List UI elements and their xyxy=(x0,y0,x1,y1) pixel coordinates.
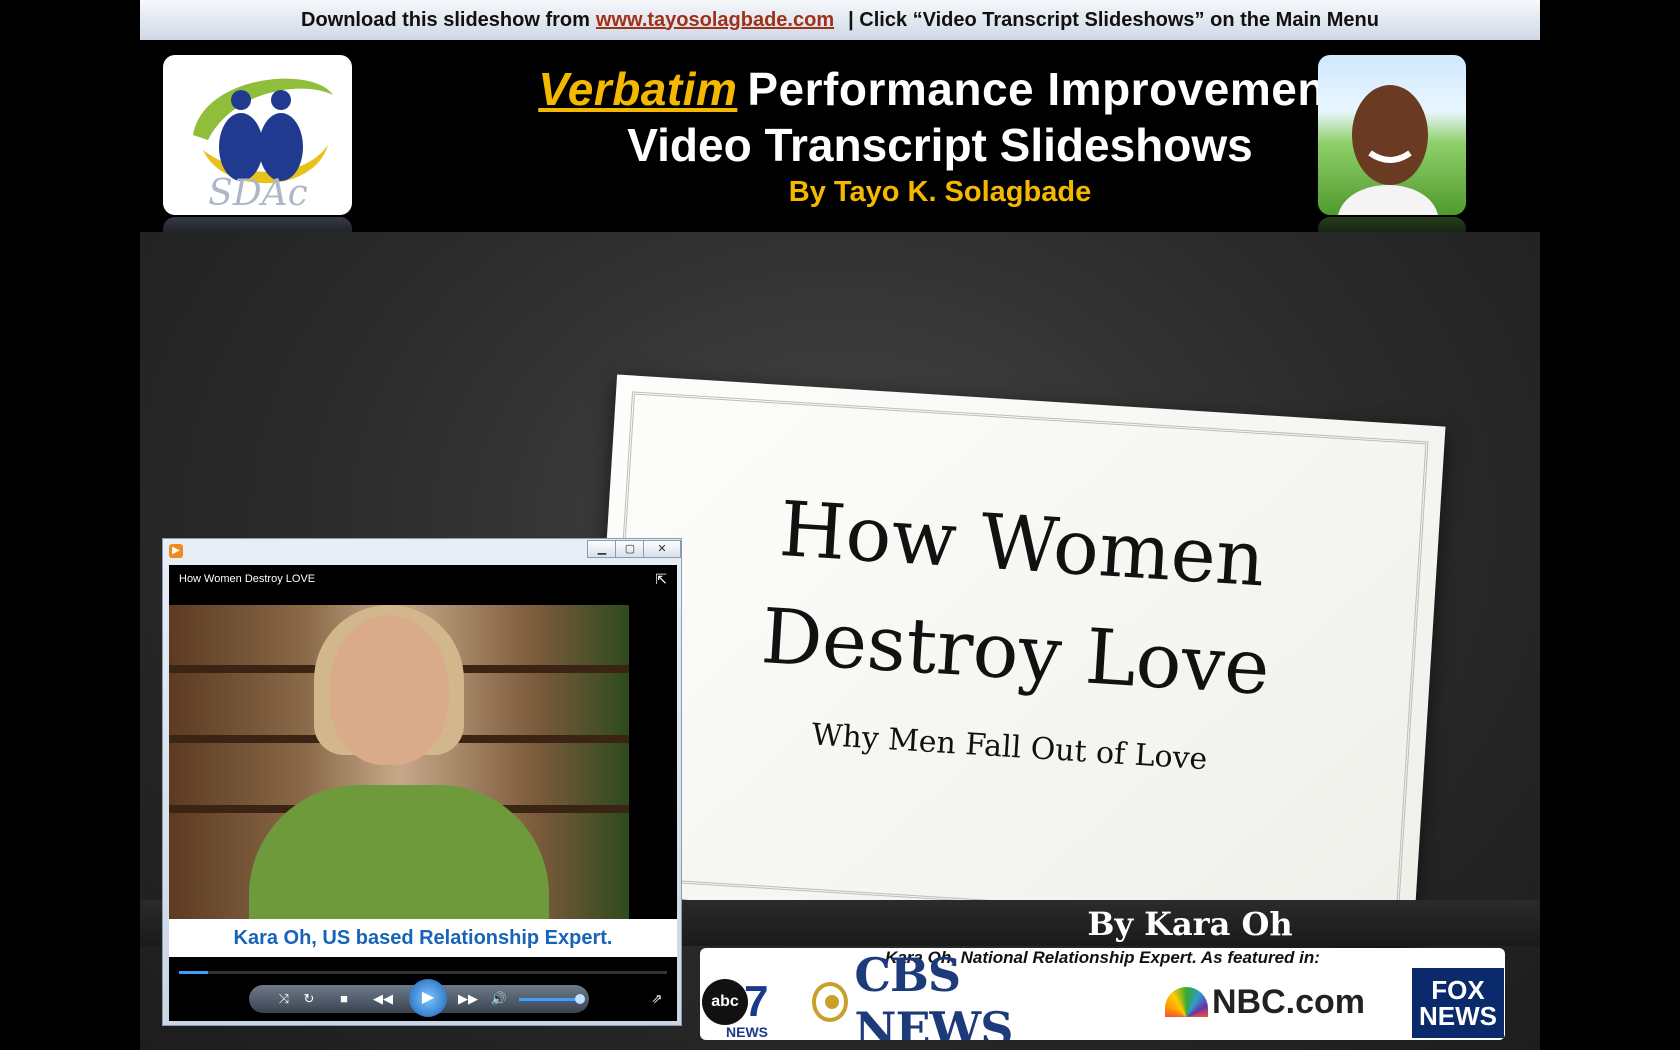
cbs-news-text: CBS NEWS xyxy=(854,948,1013,1040)
abc-news-label: NEWS xyxy=(726,1024,768,1040)
switch-to-library-icon[interactable]: ⇗ xyxy=(647,987,667,1011)
sdac-logo-graphic: SDAc xyxy=(193,78,333,214)
speaker-face xyxy=(329,615,449,765)
video-title: How Women Destroy LOVE xyxy=(179,573,316,585)
author-photo xyxy=(1318,55,1466,215)
seek-bar[interactable] xyxy=(179,971,667,974)
play-button[interactable]: ▶ xyxy=(409,979,447,1017)
banner-prefix: Download this slideshow from xyxy=(301,8,590,31)
download-banner: Download this slideshow from www.tayosol… xyxy=(140,0,1540,40)
media-player-window[interactable]: ▶ ▁ ▢ ✕ How Women Destroy LOVE ⇱ Kara Oh… xyxy=(162,538,682,1026)
volume-knob[interactable] xyxy=(575,994,585,1004)
nbc-logo: NBC.com xyxy=(1165,970,1365,1034)
video-caption: Kara Oh, US based Relationship Expert. xyxy=(169,919,677,957)
logo-text: SDAc xyxy=(208,173,308,214)
fox-line1: FOX xyxy=(1431,975,1485,1005)
seek-progress xyxy=(179,971,209,974)
site-link[interactable]: www.tayosolagbade.com xyxy=(596,9,834,32)
nbc-text: NBC.com xyxy=(1211,982,1365,1021)
video-frame[interactable] xyxy=(169,605,629,919)
sdac-logo: SDAc xyxy=(163,55,352,215)
stop-icon[interactable]: ■ xyxy=(334,987,354,1011)
cbs-news-logo: CBS NEWS xyxy=(812,948,1102,1040)
media-player-app-icon[interactable]: ▶ xyxy=(169,544,183,558)
main-title: Verbatim Performance Improvement xyxy=(440,62,1440,116)
previous-icon[interactable]: ◀◀ xyxy=(369,987,397,1011)
volume-slider[interactable] xyxy=(519,998,579,1001)
fox-news-logo: FOX NEWS xyxy=(1412,968,1504,1038)
title-rest: Performance Improvement xyxy=(747,63,1342,115)
close-button[interactable]: ✕ xyxy=(643,540,681,558)
media-caption: Kara Oh, National Relationship Expert. A… xyxy=(885,948,1320,967)
abc-seven: 7 xyxy=(744,977,769,1026)
video-area[interactable]: How Women Destroy LOVE ⇱ xyxy=(169,565,677,919)
header: SDAc Verbatim Performance Improvement Vid… xyxy=(140,40,1540,257)
cbs-eye-icon xyxy=(812,982,849,1022)
fox-line2: NEWS xyxy=(1419,1001,1497,1031)
next-icon[interactable]: ▶▶ xyxy=(454,987,482,1011)
repeat-icon[interactable]: ↻ xyxy=(299,987,319,1011)
switch-to-compact-icon[interactable]: ⇱ xyxy=(655,571,667,588)
slide: Download this slideshow from www.tayosol… xyxy=(140,0,1540,1050)
nbc-peacock-icon xyxy=(1165,987,1208,1017)
title-verbatim: Verbatim xyxy=(538,63,738,115)
main-title-line2: Video Transcript Slideshows xyxy=(627,119,1253,171)
abc-disc: abc xyxy=(702,979,748,1025)
player-controls: ⤨ ↻ ■ ◀◀ ▶ ▶▶ 🔊 ⇗ xyxy=(169,957,677,1021)
volume-icon[interactable]: 🔊 xyxy=(489,987,509,1011)
shuffle-icon[interactable]: ⤨ xyxy=(274,987,294,1011)
author-name: By Kara Oh xyxy=(1087,905,1293,943)
media-logos: Kara Oh, National Relationship Expert. A… xyxy=(700,948,1505,1040)
minimize-button[interactable]: ▁ xyxy=(587,540,617,558)
banner-suffix: | Click “Video Transcript Slideshows” on… xyxy=(848,8,1379,31)
header-byline: By Tayo K. Solagbade xyxy=(788,176,1092,208)
player-titlebar[interactable]: ▶ ▁ ▢ ✕ xyxy=(163,539,683,563)
title-card: How Women Destroy Love Why Men Fall Out … xyxy=(584,374,1446,946)
maximize-button[interactable]: ▢ xyxy=(615,540,645,558)
